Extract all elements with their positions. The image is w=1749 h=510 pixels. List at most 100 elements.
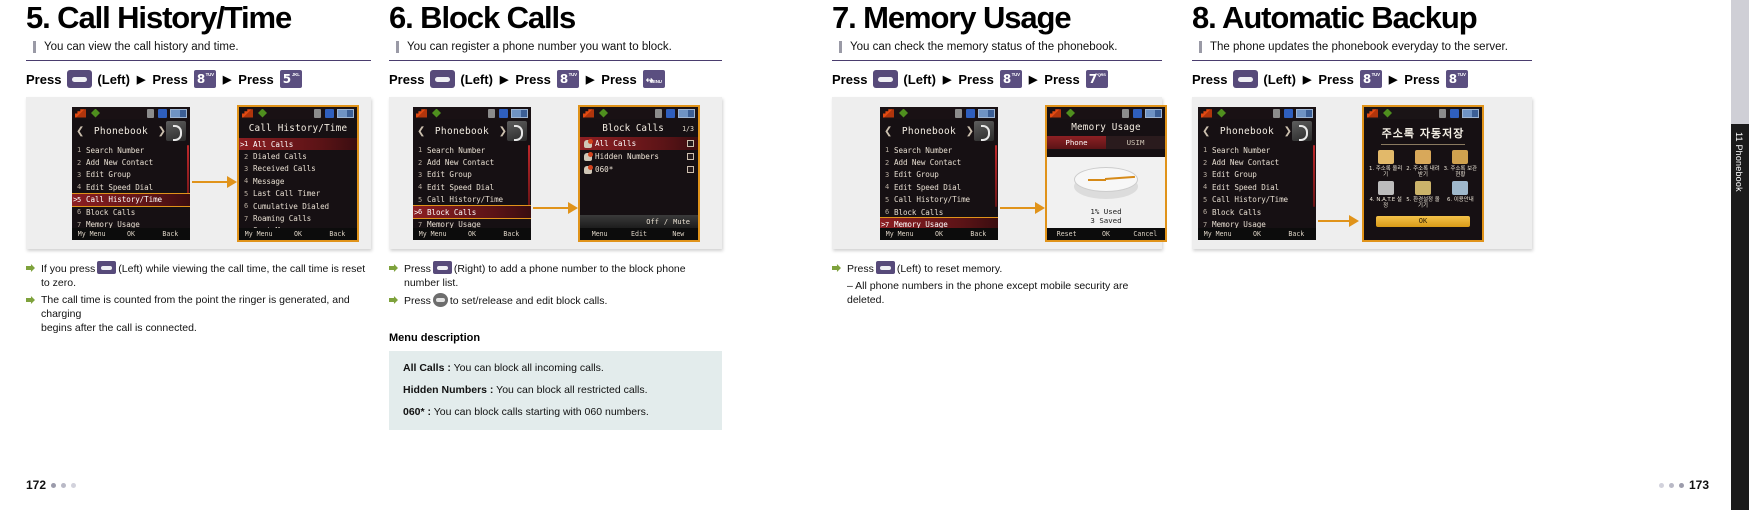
ok-button-8[interactable]: OK xyxy=(1376,216,1470,227)
list-item[interactable]: 2 Add New Contact xyxy=(72,156,190,168)
grid-item[interactable]: 4. N.A.T.E 설정 xyxy=(1368,181,1403,209)
list-item[interactable]: 4 Edit Speed Dial xyxy=(413,181,531,193)
left-softkey-icon-note xyxy=(97,261,117,274)
list-item[interactable]: 7 Roaming Calls xyxy=(239,212,357,224)
grid-item[interactable]: 6. 이용안내 xyxy=(1443,181,1478,209)
list-item-selected[interactable]: All Calls xyxy=(580,137,698,150)
grid-item[interactable]: 3. 주소록 보관현황 xyxy=(1443,150,1478,178)
list-item[interactable]: Hidden Numbers xyxy=(580,150,698,163)
list-item[interactable]: 4 Message xyxy=(239,175,357,187)
list-item[interactable]: 5 Call History/Time xyxy=(413,194,531,206)
checkbox-icon[interactable] xyxy=(687,166,694,173)
list-item[interactable]: 3 Received Calls xyxy=(239,163,357,175)
list-item[interactable]: 6 Block Calls xyxy=(1198,206,1316,218)
softkey-right[interactable]: Back xyxy=(959,230,998,238)
list-item[interactable]: 2 Dialed Calls xyxy=(239,150,357,162)
keypad-key-8-icon-8a: 8 TUV xyxy=(1359,70,1382,88)
softkey-right[interactable]: Back xyxy=(1277,230,1316,238)
softkey-center[interactable]: OK xyxy=(278,230,317,238)
item-index: 5 xyxy=(77,195,82,204)
item-label: Last Call Timer xyxy=(253,189,321,199)
softkey-left[interactable]: My Menu xyxy=(413,230,452,238)
service-icon xyxy=(666,108,675,118)
list-item[interactable]: 2 Add New Contact xyxy=(1198,156,1316,168)
right-softkey-icon-note xyxy=(432,261,452,274)
list-item[interactable]: 6 Cumulative Dialed xyxy=(239,200,357,212)
list-item[interactable]: 2 Add New Contact xyxy=(413,156,531,168)
list-item[interactable]: 5 Call History/Time xyxy=(880,194,998,206)
list-item[interactable]: 1 Search Number xyxy=(413,144,531,156)
list-item-selected[interactable]: 1 All Calls xyxy=(239,138,357,151)
checkbox-icon[interactable] xyxy=(687,140,694,147)
list-item[interactable]: 1 Search Number xyxy=(880,144,998,156)
service-icon xyxy=(158,108,167,118)
softkey-center[interactable]: OK xyxy=(111,230,150,238)
signal-icon xyxy=(242,109,253,118)
list-item[interactable]: 3 Edit Group xyxy=(413,169,531,181)
page-number-left: 172 xyxy=(26,478,77,492)
screen-title-6-right: Block Calls xyxy=(602,123,664,134)
page-dot xyxy=(1668,482,1674,488)
grid-item-label: 1. 주소록 올리기 xyxy=(1368,166,1403,178)
list-item-selected[interactable]: 6 Block Calls xyxy=(413,204,531,220)
lock-icon xyxy=(1122,108,1129,118)
manual-page: 5. Call History/Time You can view the ca… xyxy=(0,0,1749,510)
softkey-left[interactable]: My Menu xyxy=(239,230,278,238)
section-automatic-backup: 8. Automatic Backup The phone updates th… xyxy=(1192,0,1532,249)
item-index: 1 xyxy=(1203,146,1208,155)
softkey-center[interactable]: OK xyxy=(452,230,491,238)
memory-tabs-7: Phone USIM xyxy=(1047,136,1165,149)
list-item[interactable]: 3 Edit Group xyxy=(1198,169,1316,181)
grid-item[interactable]: 2. 주소록 내려받기 xyxy=(1405,150,1440,178)
softkey-center[interactable]: Edit xyxy=(619,230,658,238)
list-item-selected[interactable]: 5 Call History/Time xyxy=(72,192,190,207)
item-index: 4 xyxy=(1203,183,1208,192)
list-item[interactable]: 3 Edit Group xyxy=(72,169,190,181)
signal-icon xyxy=(1050,109,1061,118)
section-memory-usage: 7. Memory Usage You can check the memory… xyxy=(832,0,1167,307)
list-item[interactable]: 1 Search Number xyxy=(72,144,190,156)
list-item[interactable]: 3 Edit Group xyxy=(880,169,998,181)
grid-item[interactable]: 1. 주소록 올리기 xyxy=(1368,150,1403,178)
status-bar-7-left xyxy=(880,107,998,119)
softkey-left[interactable]: My Menu xyxy=(880,230,919,238)
softkey-left[interactable]: Menu xyxy=(580,230,619,238)
softkey-center[interactable]: OK xyxy=(1086,230,1125,238)
sound-icon xyxy=(1383,108,1392,118)
list-item[interactable]: 4 Edit Speed Dial xyxy=(1198,181,1316,193)
list-item[interactable]: 5 Last Call Timer xyxy=(239,188,357,200)
list-item[interactable]: 1 Search Number xyxy=(1198,144,1316,156)
item-index: 3 xyxy=(244,164,249,173)
section-block-calls: 6. Block Calls You can register a phone … xyxy=(389,0,722,430)
item-label: All Calls xyxy=(595,139,637,148)
status-bar-8-right xyxy=(1364,107,1482,119)
key-letters-8a: TUV xyxy=(1371,72,1380,77)
softkey-right[interactable]: Back xyxy=(151,230,190,238)
softkey-left[interactable]: My Menu xyxy=(1198,230,1237,238)
softkey-left[interactable]: Reset xyxy=(1047,230,1086,238)
option-off[interactable]: Off xyxy=(646,218,659,226)
list-item[interactable]: 4 Edit Speed Dial xyxy=(880,181,998,193)
checkbox-icon[interactable] xyxy=(687,153,694,160)
menu-list-6-left: 1 Search Number 2 Add New Contact 3 Edit Gr… xyxy=(413,143,531,231)
softkey-right[interactable]: Back xyxy=(492,230,531,238)
md-desc: You can block calls starting with 060 nu… xyxy=(433,406,649,418)
softkey-right[interactable]: New xyxy=(659,230,698,238)
list-item[interactable]: 2 Add New Contact xyxy=(880,156,998,168)
list-item[interactable]: 5 Call History/Time xyxy=(1198,194,1316,206)
tab-phone[interactable]: Phone xyxy=(1047,136,1106,149)
softkey-right[interactable]: Cancel xyxy=(1126,230,1165,238)
grid-item[interactable]: 5. 환경설정 올기기 xyxy=(1405,181,1440,209)
tab-usim[interactable]: USIM xyxy=(1106,136,1165,149)
softkey-right[interactable]: Back xyxy=(318,230,357,238)
softkey-center[interactable]: OK xyxy=(1237,230,1276,238)
status-bar-5-right xyxy=(239,107,357,119)
option-mute[interactable]: Mute xyxy=(673,218,690,226)
softkey-left[interactable]: My Menu xyxy=(72,230,111,238)
list-item[interactable]: 6 Block Calls xyxy=(72,206,190,218)
list-item[interactable]: 6 Block Calls xyxy=(880,206,998,218)
list-item[interactable]: 060* xyxy=(580,163,698,176)
softkey-center[interactable]: OK xyxy=(919,230,958,238)
list-item[interactable]: 4 Edit Speed Dial xyxy=(72,181,190,193)
status-bar-6-right xyxy=(580,107,698,119)
